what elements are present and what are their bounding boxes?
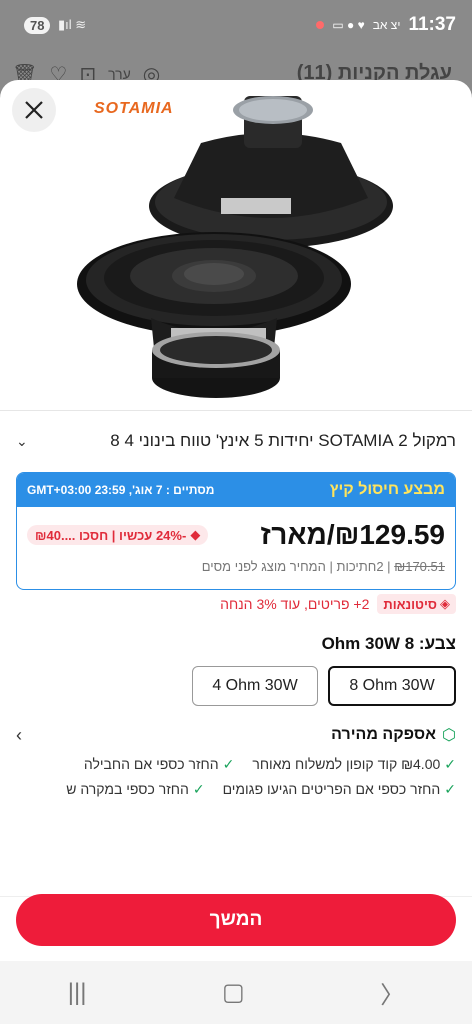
tag-icon: ◈ [440, 596, 450, 611]
shipping-title-text: אספקה מהירה [331, 726, 437, 743]
product-sheet: SOTAMIA ⌄ רמקול 2 SOTAMIA יחידות 5 אינץ'… [0, 80, 472, 1024]
close-button[interactable] [12, 88, 56, 132]
deal-header: מסתיים : 7 אוג', 23:59 GMT+03:00 מבצע חי… [17, 473, 455, 507]
shipping-item-text: ₪4.00 קוד קופון למשלוח מאוחר [252, 756, 441, 772]
color-label: צבע: 8 Ohm 30W [322, 634, 456, 654]
promo-row[interactable]: ◈ סיטונאות 2+ פריטים, עוד 3% הנחה [220, 594, 456, 614]
continue-button[interactable]: המשך [16, 894, 456, 946]
color-selected-value: 8 Ohm 30W [321, 634, 415, 653]
recording-dot-icon [316, 21, 325, 29]
price-note: המחיר מוצג לפני מסים [201, 559, 326, 574]
deal-end-time: מסתיים : 7 אוג', 23:59 GMT+03:00 [27, 483, 215, 497]
wholesale-tag-label: סיטונאות [383, 596, 437, 612]
discount-pill: ◆ -24% עכשיו | חסכו ....₪40 [27, 525, 209, 545]
wholesale-tag: ◈ סיטונאות [377, 594, 456, 614]
check-icon: ✓ [444, 781, 456, 797]
clock: 11:37 [408, 14, 456, 35]
check-icon: ✓ [444, 756, 456, 772]
close-icon [25, 101, 43, 119]
list-item: ✓₪4.00 קוד קופון למשלוח מאוחר [252, 756, 456, 773]
system-nav-bar: ||| ▢ 〉 [0, 961, 472, 1024]
deal-box: מסתיים : 7 אוג', 23:59 GMT+03:00 מבצע חי… [16, 472, 456, 590]
divider [0, 410, 472, 411]
home-icon[interactable]: ▢ [222, 978, 245, 1007]
shipping-title: ⬡ אספקה מהירה [331, 725, 456, 745]
price: ₪129.59/מארז [260, 519, 445, 550]
status-right: ▭ ● ♥ יצ אב 11:37 [316, 14, 456, 36]
carrier-text: יצ אב [372, 18, 401, 32]
list-item: ✓החזר כספי אם החבילה [84, 756, 234, 773]
shipping-header[interactable]: ‹ ⬡ אספקה מהירה [16, 722, 456, 748]
back-icon[interactable]: 〉 [380, 975, 404, 1010]
product-title-row[interactable]: ⌄ רמקול 2 SOTAMIA יחידות 5 אינץ' טווח בי… [16, 428, 456, 454]
shipping-items: ✓₪4.00 קוד קופון למשלוח מאוחר ✓החזר כספי… [16, 756, 456, 806]
shipping-line: ✓₪4.00 קוד קופון למשלוח מאוחר ✓החזר כספי… [16, 756, 456, 773]
units: 2חתיכות [336, 559, 384, 574]
flame-icon: ◆ [190, 527, 201, 542]
check-icon: ✓ [222, 756, 235, 772]
price-row: ◆ -24% עכשיו | חסכו ....₪40 ₪129.59/מארז [27, 515, 445, 555]
original-price: ₪170.51 [394, 559, 445, 574]
promo-text: 2+ פריטים, עוד 3% הנחה [220, 596, 370, 612]
brand-logo: SOTAMIA [94, 100, 174, 117]
chevron-left-icon[interactable]: ‹ [16, 725, 22, 746]
option-8-ohm[interactable]: 8 Ohm 30W [328, 666, 456, 706]
product-title: רמקול 2 SOTAMIA יחידות 5 אינץ' טווח בינו… [110, 431, 456, 450]
shipping-line: ✓החזר כספי אם הפריטים הגיעו פגומים ✓החזר… [16, 781, 456, 798]
shield-icon: ⬡ [442, 727, 456, 744]
chevron-down-icon[interactable]: ⌄ [16, 433, 28, 450]
shipping-item-text: החזר כספי אם החבילה [83, 756, 219, 772]
price-subline: ₪170.51 | 2חתיכות | המחיר מוצג לפני מסים [201, 559, 445, 574]
color-label-text: צבע: [418, 634, 456, 653]
list-item: ✓החזר כספי אם הפריטים הגיעו פגומים [223, 781, 456, 798]
option-4-ohm[interactable]: 4 Ohm 30W [192, 666, 318, 706]
notification-count-badge: 78 [24, 17, 51, 34]
status-icons: ▭ ● ♥ [332, 18, 365, 32]
list-item: ✓החזר כספי במקרה ש [66, 781, 204, 798]
check-icon: ✓ [192, 781, 205, 797]
shipping-item-text: החזר כספי אם הפריטים הגיעו פגומים [222, 781, 441, 797]
deal-name: מבצע חיסול קיץ [329, 481, 445, 498]
discount-text: -24% עכשיו | חסכו ....₪40 [35, 527, 187, 543]
shipping-item-text: החזר כספי במקרה ש [66, 781, 189, 797]
product-image[interactable] [76, 88, 396, 402]
status-bar: 78 ▮ıl ≋ ▭ ● ♥ יצ אב 11:37 [0, 0, 472, 56]
recent-apps-icon[interactable]: ||| [68, 979, 87, 1007]
signal-wifi-icons: ▮ıl ≋ [58, 17, 87, 32]
